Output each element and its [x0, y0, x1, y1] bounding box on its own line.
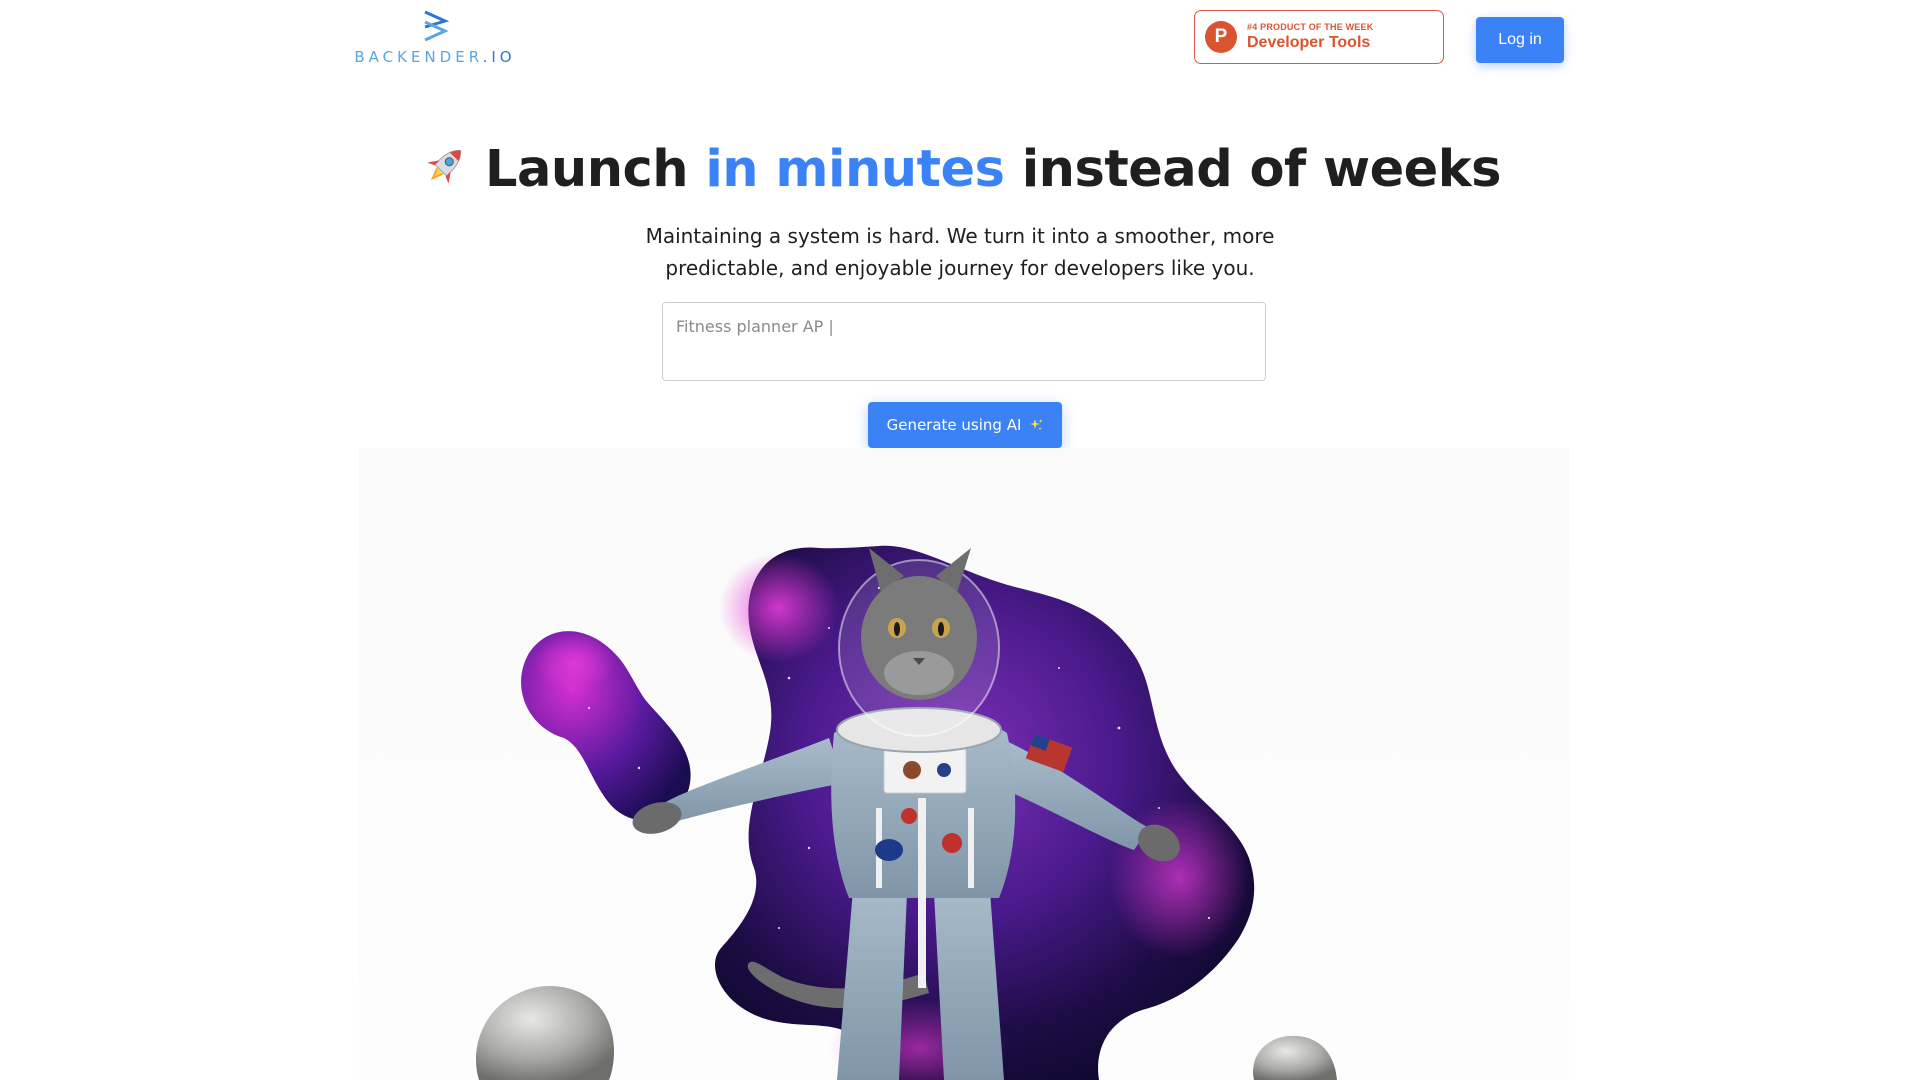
- title-accent: in minutes: [705, 140, 1005, 199]
- logo-text: BACKENDER.IO: [354, 48, 515, 66]
- astronaut-cat-illustration: [475, 545, 1337, 1080]
- logo-name: BACKENDER: [354, 48, 483, 66]
- hero-title: Launch in minutes instead of weeks: [0, 140, 1920, 199]
- rocket-icon: [427, 149, 462, 184]
- logo-suffix: .IO: [482, 48, 516, 66]
- login-button[interactable]: Log in: [1476, 17, 1564, 63]
- hero-subtitle-line1: Maintaining a system is hard. We turn it…: [645, 224, 1275, 248]
- prompt-input[interactable]: [662, 302, 1266, 381]
- landing-page: BACKENDER.IO P #4 PRODUCT OF THE WEEK De…: [0, 0, 1920, 1080]
- hero-subtitle-line2: predictable, and enjoyable journey for d…: [665, 256, 1255, 280]
- product-hunt-rank: #4 PRODUCT OF THE WEEK: [1247, 22, 1374, 32]
- product-hunt-icon: P: [1205, 21, 1237, 53]
- product-hunt-text: #4 PRODUCT OF THE WEEK Developer Tools: [1247, 22, 1373, 52]
- generate-button-label: Generate using AI: [886, 416, 1022, 434]
- title-launch: Launch: [484, 140, 689, 199]
- sparkle-icon: [1030, 419, 1043, 431]
- hero-subtitle: Maintaining a system is hard. We turn it…: [600, 220, 1320, 284]
- product-hunt-badge[interactable]: P #4 PRODUCT OF THE WEEK Developer Tools: [1194, 10, 1444, 64]
- product-hunt-category: Developer Tools: [1247, 34, 1371, 51]
- generate-button[interactable]: Generate using AI: [868, 402, 1062, 448]
- hero-illustration: [359, 448, 1569, 1080]
- title-rest: instead of weeks: [1021, 140, 1502, 199]
- chevron-arrows-icon: [424, 10, 450, 42]
- backender-logo[interactable]: BACKENDER.IO: [354, 10, 512, 70]
